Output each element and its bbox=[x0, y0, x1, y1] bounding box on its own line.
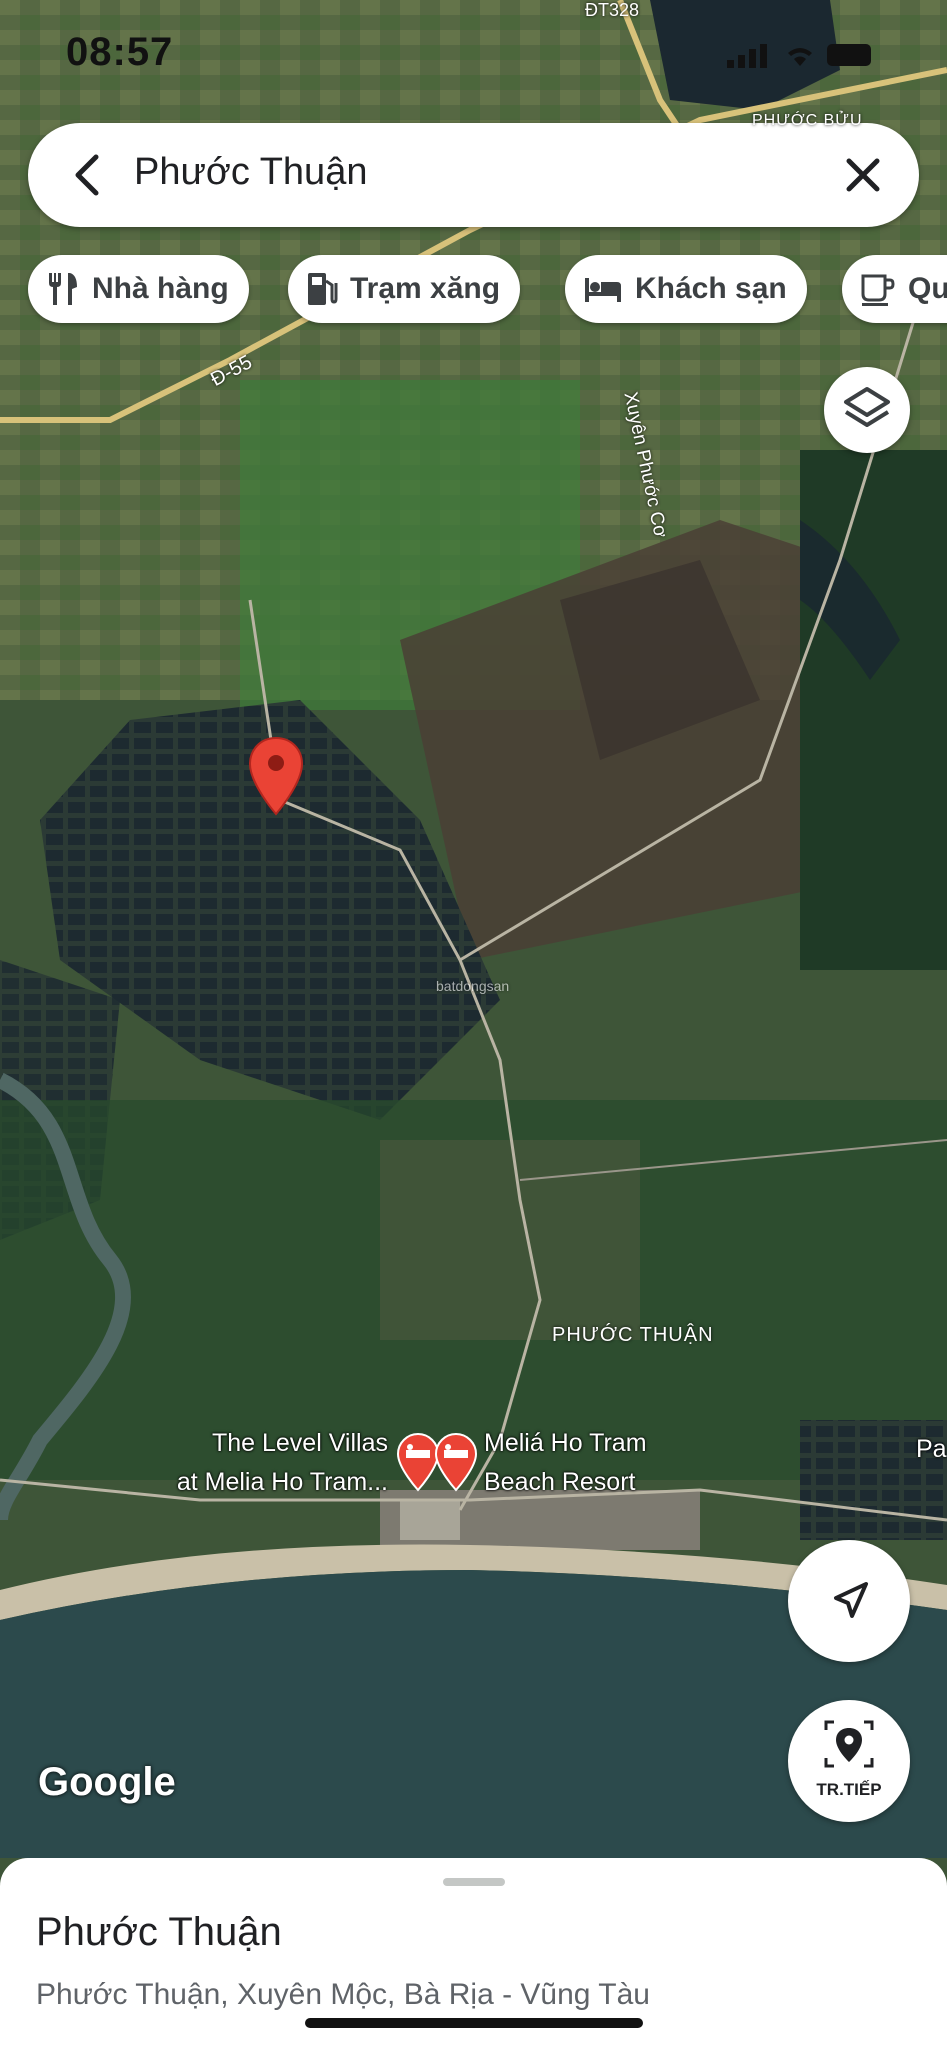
chip-restaurants[interactable]: Nhà hàng bbox=[28, 255, 249, 323]
back-arrow-icon[interactable] bbox=[64, 151, 112, 199]
wifi-icon bbox=[788, 48, 812, 66]
navigate-button[interactable]: TR.TIẾP bbox=[788, 1700, 910, 1822]
cellular-signal-icon bbox=[727, 44, 767, 68]
restaurant-icon bbox=[49, 273, 77, 305]
home-indicator[interactable] bbox=[305, 2018, 643, 2028]
chip-label: Nhà hàng bbox=[92, 272, 229, 305]
poi-label-melia-ho-tram[interactable]: Meliá Ho Tram Beach Resort bbox=[484, 1424, 647, 1502]
my-location-button[interactable] bbox=[788, 1540, 910, 1662]
hotel-icon bbox=[585, 278, 621, 302]
chip-label: Qu bbox=[908, 272, 947, 305]
location-arrow-icon bbox=[834, 1582, 868, 1618]
area-label-phuoc-buu: PHƯỚC BỬU bbox=[752, 112, 863, 129]
watermark: batdongsan bbox=[436, 978, 510, 994]
chip-cafes[interactable]: Qu bbox=[842, 255, 947, 323]
chip-label: Khách sạn bbox=[635, 272, 787, 305]
place-title: Phước Thuận bbox=[36, 1910, 282, 1954]
road-label-dt328: ĐT328 bbox=[585, 0, 640, 20]
chip-label: Trạm xăng bbox=[350, 272, 501, 305]
place-address: Phước Thuận, Xuyên Mộc, Bà Rịa - Vũng Tà… bbox=[36, 1978, 650, 2011]
sheet-drag-handle[interactable] bbox=[443, 1878, 505, 1886]
google-logo: Google bbox=[38, 1760, 176, 1804]
navigate-label: TR.TIẾP bbox=[816, 1780, 882, 1799]
cafe-icon bbox=[861, 274, 895, 306]
selected-location-pin-icon[interactable] bbox=[248, 736, 304, 816]
chip-hotels[interactable]: Khách sạn bbox=[565, 255, 807, 323]
status-bar: 08:57 bbox=[0, 0, 947, 100]
poi-label-edge[interactable]: Pa bbox=[916, 1430, 947, 1469]
poi-label-level-villas[interactable]: The Level Villas at Melia Ho Tram... bbox=[140, 1424, 388, 1502]
layers-icon bbox=[844, 387, 890, 427]
close-icon[interactable] bbox=[841, 153, 885, 197]
area-label-phuoc-thuan: PHƯỚC THUẬN bbox=[552, 1324, 714, 1346]
gas-station-icon bbox=[308, 273, 338, 305]
layers-button[interactable] bbox=[824, 367, 910, 453]
search-bar[interactable]: Phước Thuận bbox=[28, 123, 919, 227]
battery-icon bbox=[827, 44, 871, 66]
status-time: 08:57 bbox=[66, 30, 174, 74]
chip-gas-stations[interactable]: Trạm xăng bbox=[288, 255, 521, 323]
search-query[interactable]: Phước Thuận bbox=[134, 151, 367, 194]
navigation-pin-icon bbox=[824, 1720, 874, 1768]
hotel-pin-icon[interactable] bbox=[434, 1432, 478, 1492]
